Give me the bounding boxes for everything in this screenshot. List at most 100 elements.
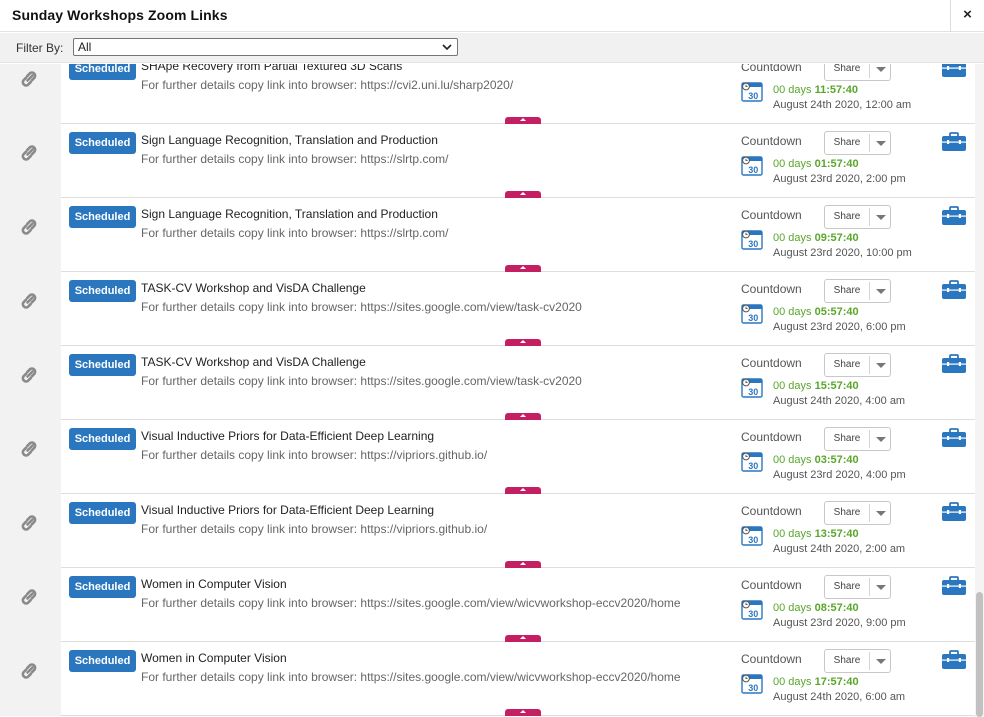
expand-toggle[interactable] — [505, 265, 541, 272]
chevron-down-icon[interactable] — [876, 363, 886, 368]
svg-text:30: 30 — [748, 239, 758, 249]
link-icon[interactable] — [17, 511, 41, 535]
expand-toggle[interactable] — [505, 339, 541, 346]
status-badge: Scheduled — [69, 428, 136, 450]
expand-toggle[interactable] — [505, 413, 541, 420]
briefcase-icon[interactable] — [941, 280, 967, 300]
filter-selected-value: All — [78, 40, 92, 54]
briefcase-icon[interactable] — [941, 428, 967, 448]
link-icon[interactable] — [17, 437, 41, 461]
session-date: August 23rd 2020, 2:00 pm — [773, 173, 906, 185]
dialog-titlebar: Sunday Workshops Zoom Links × — [0, 0, 984, 32]
link-icon[interactable] — [17, 585, 41, 609]
countdown-value: 00 days 01:57:40 — [773, 158, 859, 170]
briefcase-icon[interactable] — [941, 64, 967, 78]
row-gutter — [0, 494, 61, 568]
expand-toggle[interactable] — [505, 709, 541, 716]
chevron-down-icon[interactable] — [876, 585, 886, 590]
link-icon[interactable] — [17, 67, 41, 91]
days-prefix: 00 days — [773, 454, 815, 466]
link-icon[interactable] — [17, 363, 41, 387]
link-icon[interactable] — [17, 141, 41, 165]
countdown-time: 17:57:40 — [814, 676, 859, 688]
briefcase-icon[interactable] — [941, 132, 967, 152]
countdown-time: 15:57:40 — [814, 380, 859, 392]
workshop-details: For further details copy link into brows… — [141, 448, 488, 462]
countdown-value: 00 days 08:57:40 — [773, 602, 859, 614]
share-divider — [869, 134, 870, 152]
list-item: Scheduled Sign Language Recognition, Tra… — [0, 124, 975, 198]
briefcase-icon[interactable] — [941, 650, 967, 670]
countdown-value: 00 days 11:57:40 — [773, 84, 858, 96]
filter-select[interactable]: All — [73, 38, 458, 56]
filter-bar: Filter By: All — [0, 33, 984, 63]
status-badge: Scheduled — [69, 354, 136, 376]
expand-toggle[interactable] — [505, 191, 541, 198]
chevron-down-icon[interactable] — [876, 215, 886, 220]
calendar-30-icon: 30 — [741, 82, 763, 102]
briefcase-icon[interactable] — [941, 354, 967, 374]
row-gutter — [0, 346, 61, 420]
expand-toggle[interactable] — [505, 487, 541, 494]
share-button[interactable]: Share — [824, 279, 891, 303]
share-button[interactable]: Share — [824, 501, 891, 525]
chevron-down-icon[interactable] — [876, 289, 886, 294]
countdown-label: Countdown — [741, 652, 802, 666]
chevron-down-icon[interactable] — [876, 659, 886, 664]
workshop-title: TASK-CV Workshop and VisDA Challenge — [141, 281, 366, 295]
list-item: Scheduled Visual Inductive Priors for Da… — [0, 420, 975, 494]
chevron-down-icon[interactable] — [876, 511, 886, 516]
share-button[interactable]: Share — [824, 353, 891, 377]
share-button[interactable]: Share — [824, 649, 891, 673]
workshop-details: For further details copy link into brows… — [141, 152, 449, 166]
row-gutter — [0, 420, 61, 494]
status-badge: Scheduled — [69, 280, 136, 302]
share-divider — [869, 578, 870, 596]
scrollbar-thumb[interactable] — [976, 592, 983, 717]
chevron-down-icon[interactable] — [876, 67, 886, 72]
share-button[interactable]: Share — [824, 205, 891, 229]
svg-text:30: 30 — [748, 387, 758, 397]
countdown-label: Countdown — [741, 356, 802, 370]
close-button[interactable]: × — [951, 0, 984, 32]
calendar-30-icon: 30 — [741, 674, 763, 694]
share-divider — [869, 208, 870, 226]
briefcase-icon[interactable] — [941, 502, 967, 522]
link-icon[interactable] — [17, 289, 41, 313]
list-item: Scheduled Women in Computer Vision For f… — [0, 568, 975, 642]
briefcase-icon[interactable] — [941, 206, 967, 226]
row-gutter — [0, 568, 61, 642]
status-badge: Scheduled — [69, 650, 136, 672]
link-icon[interactable] — [17, 215, 41, 239]
calendar-30-icon: 30 — [741, 452, 763, 472]
session-date: August 23rd 2020, 10:00 pm — [773, 247, 912, 259]
expand-toggle[interactable] — [505, 635, 541, 642]
countdown-value: 00 days 03:57:40 — [773, 454, 859, 466]
share-label: Share — [833, 507, 861, 518]
days-prefix: 00 days — [773, 528, 815, 540]
share-button[interactable]: Share — [824, 64, 891, 81]
list-item: Scheduled TASK-CV Workshop and VisDA Cha… — [0, 272, 975, 346]
svg-text:30: 30 — [748, 91, 758, 101]
calendar-30-icon: 30 — [741, 230, 763, 250]
share-divider — [869, 504, 870, 522]
days-prefix: 00 days — [773, 158, 815, 170]
workshop-title: Visual Inductive Priors for Data-Efficie… — [141, 503, 435, 517]
dialog-title: Sunday Workshops Zoom Links — [12, 7, 228, 23]
chevron-down-icon[interactable] — [876, 437, 886, 442]
chevron-down-icon[interactable] — [876, 141, 886, 146]
share-label: Share — [833, 211, 861, 222]
workshop-title: Women in Computer Vision — [141, 651, 287, 665]
share-button[interactable]: Share — [824, 575, 891, 599]
days-prefix: 00 days — [773, 84, 815, 96]
workshop-list: Scheduled SHApe Recovery from Partial Te… — [0, 64, 975, 717]
expand-toggle[interactable] — [505, 561, 541, 568]
share-button[interactable]: Share — [824, 427, 891, 451]
workshop-details: For further details copy link into brows… — [141, 78, 514, 92]
expand-toggle[interactable] — [505, 117, 541, 124]
link-icon[interactable] — [17, 659, 41, 683]
briefcase-icon[interactable] — [941, 576, 967, 596]
list-item: Scheduled SHApe Recovery from Partial Te… — [0, 64, 975, 124]
countdown-label: Countdown — [741, 208, 802, 222]
share-button[interactable]: Share — [824, 131, 891, 155]
